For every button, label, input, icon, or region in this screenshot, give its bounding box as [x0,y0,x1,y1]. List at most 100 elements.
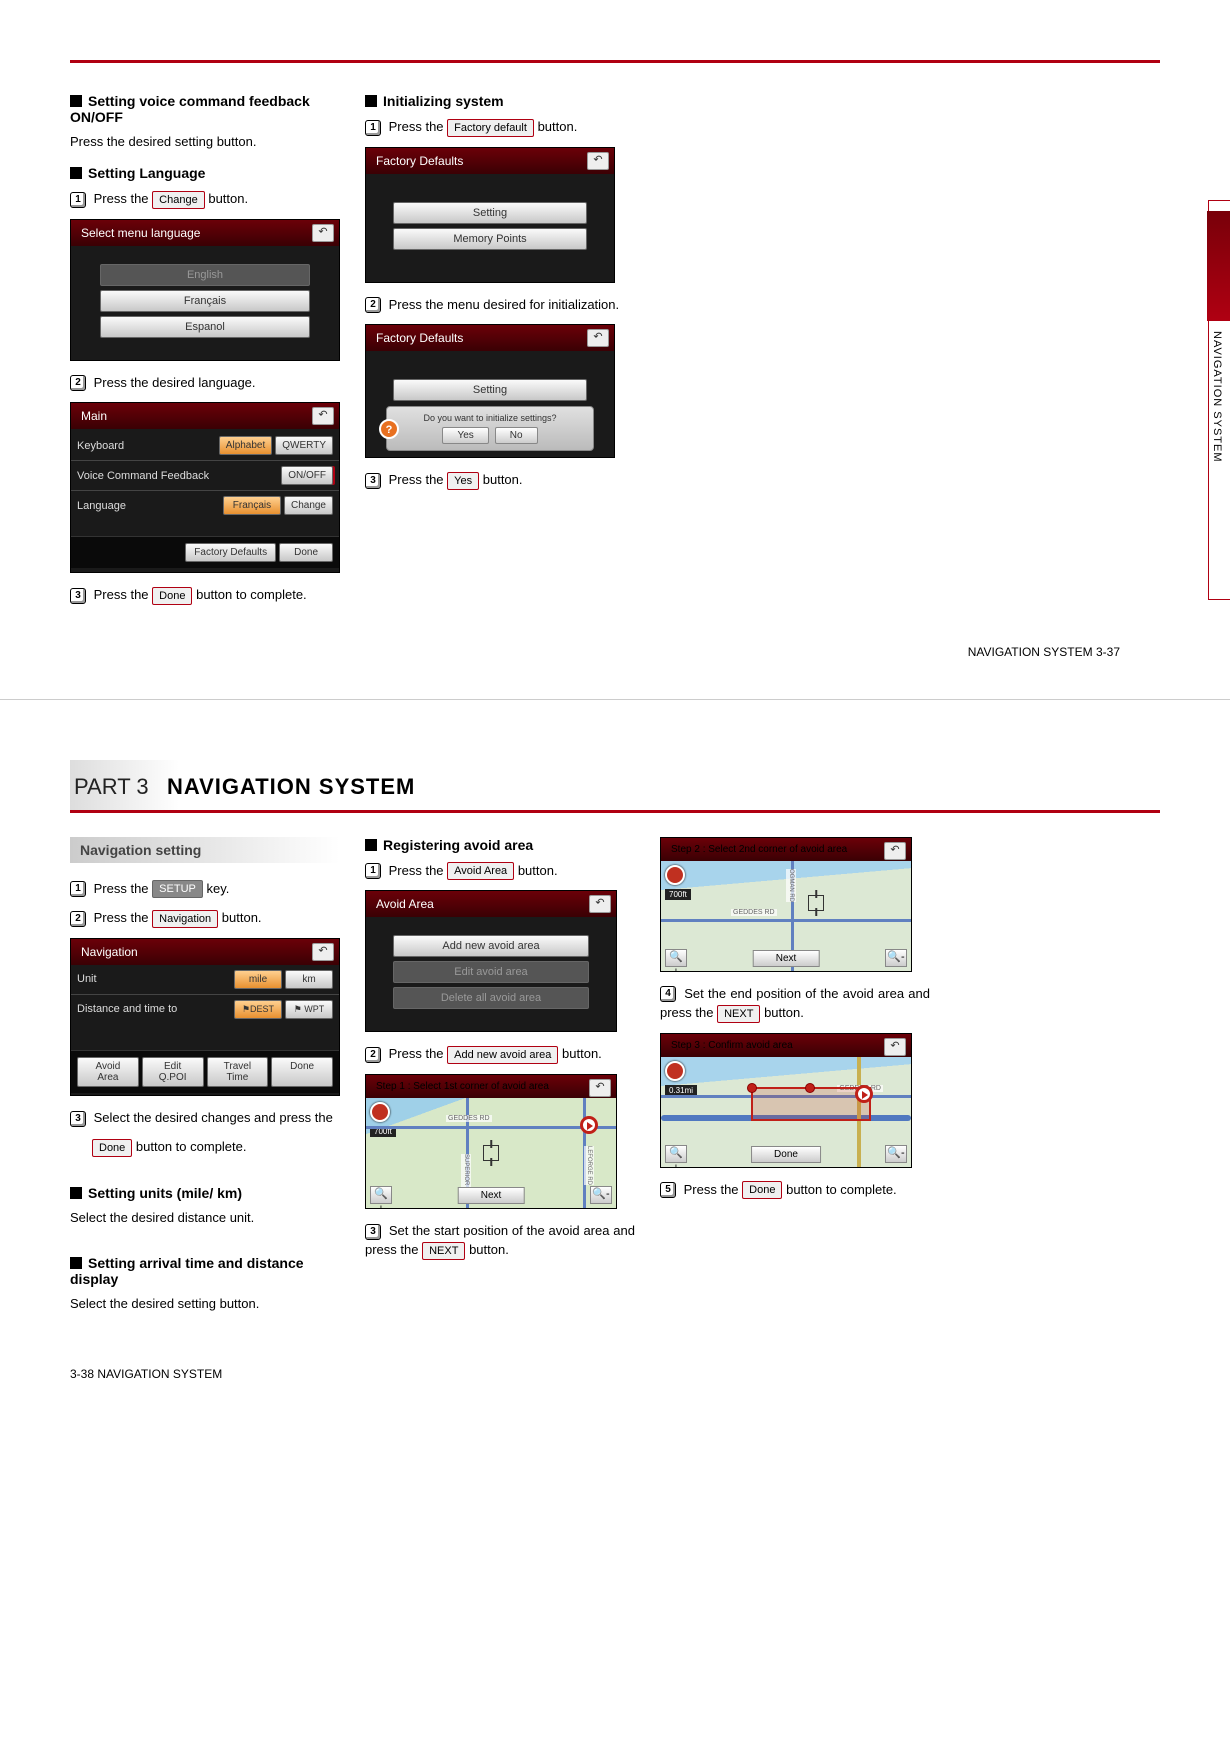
yes-button[interactable]: Yes [442,427,488,444]
km-button[interactable]: km [285,970,333,989]
avoid-step1: 1 Press the Avoid Area button. [365,861,635,881]
part-header: PART 3 NAVIGATION SYSTEM [70,760,1160,813]
road-label: LEFORGE RD [584,1146,594,1185]
onoff-button[interactable]: ON/OFF [281,466,333,485]
step-marker-2: 2 [365,297,381,313]
back-icon[interactable]: ↶ [884,842,906,860]
alphabet-button[interactable]: Alphabet [219,436,272,455]
ss-title: Select menu language ↶ [71,220,339,246]
done-button-inline: Done [92,1139,132,1157]
map-canvas[interactable]: 0.31mi GEDDES RD 🔍+ 🔍- Done [661,1057,911,1167]
voice-text: Press the desired setting button. [70,133,340,151]
road-label: GEDDES RD [731,909,777,916]
page-number-3-38: 3-38 NAVIGATION SYSTEM [70,1367,1160,1381]
step-marker-3: 3 [70,588,86,604]
map-canvas[interactable]: 700ft GEDDES RD OGMAN RD 🔍+ 🔍- Next [661,861,911,971]
confirm-dialog: ? Do you want to initialize settings? Ye… [386,406,594,451]
unit-label: Unit [77,973,231,985]
road-label: OGMAN RD [786,869,796,902]
heading-voice-feedback: Setting voice command feedback ON/OFF [70,93,340,125]
add-avoid-button[interactable]: Add new avoid area [393,935,589,957]
qwerty-button[interactable]: QWERTY [275,436,333,455]
step-marker-5: 5 [660,1182,676,1198]
row-voicefb-label: Voice Command Feedback [77,470,278,482]
nav-setting-subhead: Navigation setting [70,837,340,863]
col-right-spacer [660,93,1160,615]
delete-avoid-button[interactable]: Delete all avoid area [393,987,589,1009]
add-avoid-button-inline: Add new avoid area [447,1046,558,1064]
heading-avoid-area: Registering avoid area [365,837,635,853]
col-left: Setting voice command feedback ON/OFF Pr… [70,93,340,615]
back-icon[interactable]: ↶ [589,895,611,913]
setting-button[interactable]: Setting [393,202,587,224]
zoom-out-button[interactable]: 🔍- [590,1186,612,1204]
units-text: Select the desired distance unit. [70,1209,340,1227]
back-icon[interactable]: ↶ [589,1079,611,1097]
wpt-button[interactable]: ⚑ WPT [285,1000,333,1019]
dist-time-label: Distance and time to [77,1003,231,1015]
lang-option-english[interactable]: English [100,264,311,286]
next-button[interactable]: Next [753,950,820,967]
avoid-area-button[interactable]: Avoid Area [77,1057,139,1087]
ss-title: Factory Defaults ↶ [366,148,614,174]
row-keyboard-label: Keyboard [77,440,216,452]
next-button[interactable]: Next [458,1187,525,1204]
screenshot-map-step1: Step 1 : Select 1st corner of avoid area… [365,1074,617,1209]
lang-step3: 3 Press the Done button to complete. [70,585,340,605]
step-marker-1: 1 [365,863,381,879]
back-icon[interactable]: ↶ [312,407,334,425]
step-marker-4: 4 [660,986,676,1002]
done-button[interactable]: Done [271,1057,333,1087]
screenshot-select-language: Select menu language ↶ English Français … [70,219,340,361]
heading-arrival: Setting arrival time and distance displa… [70,1255,340,1287]
p2-col3: Step 2 : Select 2nd corner of avoid area… [660,837,930,1328]
back-icon[interactable]: ↶ [587,152,609,170]
mile-button[interactable]: mile [234,970,282,989]
step-marker-1: 1 [70,192,86,208]
dest-button[interactable]: ⚑DEST [234,1000,282,1019]
map-scale: 700ft [665,889,691,900]
setting-button[interactable]: Setting [393,379,587,401]
back-icon[interactable]: ↶ [312,224,334,242]
init-step2: 2 Press the menu desired for initializat… [365,295,635,315]
step-marker-1: 1 [70,881,86,897]
lang-option-francais[interactable]: Français [100,290,311,312]
zoom-in-button[interactable]: 🔍+ [370,1186,392,1204]
side-tab-label: NAVIGATION SYSTEM [1211,331,1223,463]
zoom-in-button[interactable]: 🔍+ [665,1145,687,1163]
memory-points-button[interactable]: Memory Points [393,228,587,250]
travel-time-button[interactable]: Travel Time [207,1057,269,1087]
back-icon[interactable]: ↶ [312,943,334,961]
step-marker-2: 2 [365,1047,381,1063]
lang-step2: 2 Press the desired language. [70,373,340,393]
avoid-step2: 2 Press the Add new avoid area button. [365,1044,635,1064]
factory-defaults-button[interactable]: Factory Defaults [185,543,276,562]
back-icon[interactable]: ↶ [884,1038,906,1056]
done-button[interactable]: Done [751,1146,821,1163]
zoom-out-button[interactable]: 🔍- [885,1145,907,1163]
back-icon[interactable]: ↶ [587,329,609,347]
map-canvas[interactable]: 700ft GEDDES RD SUPERIOR RD LEFORGE RD 🔍… [366,1098,616,1208]
nav-step3: 3 Select the desired changes and press t… [70,1108,340,1128]
change-button[interactable]: Change [284,496,333,515]
init-step1: 1 Press the Factory default button. [365,117,635,137]
part-title: NAVIGATION SYSTEM [167,774,415,799]
crosshair-icon [483,1145,499,1161]
done-button[interactable]: Done [279,543,333,562]
avoid-area-button-inline: Avoid Area [447,862,514,880]
change-button-inline: Change [152,191,205,209]
yes-button-inline: Yes [447,472,479,490]
navigation-button-inline: Navigation [152,910,218,928]
corner-dot [747,1083,757,1093]
lang-option-espanol[interactable]: Espanol [100,316,311,338]
zoom-in-button[interactable]: 🔍+ [665,949,687,967]
corner-marker [855,1085,873,1103]
heading-units: Setting units (mile/ km) [70,1185,340,1201]
page-bottom: PART 3 NAVIGATION SYSTEM Navigation sett… [0,700,1230,1422]
edit-qpoi-button[interactable]: Edit Q.POI [142,1057,204,1087]
no-button[interactable]: No [495,427,538,444]
done-button-inline: Done [152,587,192,605]
edit-avoid-button[interactable]: Edit avoid area [393,961,589,983]
step-marker-2: 2 [70,911,86,927]
zoom-out-button[interactable]: 🔍- [885,949,907,967]
